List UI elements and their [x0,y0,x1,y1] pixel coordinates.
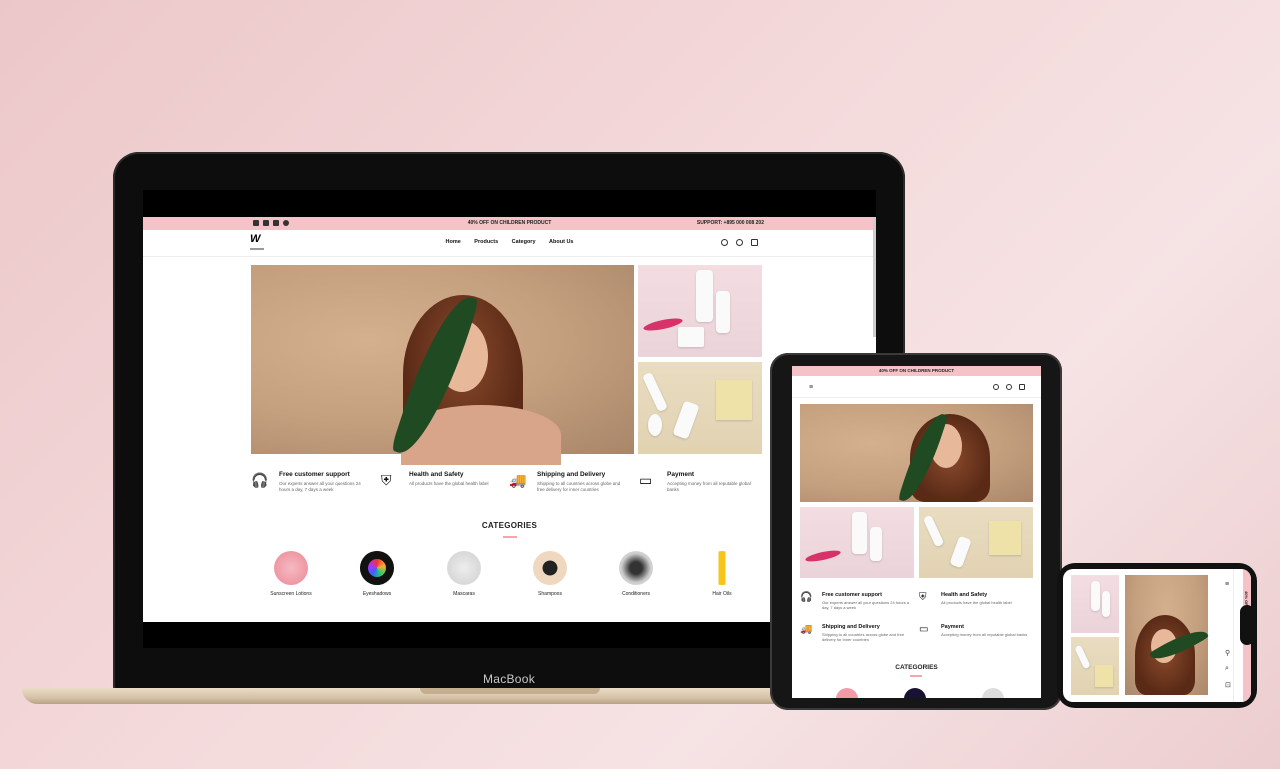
search-icon[interactable] [1006,384,1012,390]
feature-desc: Accepting money from all reputable globa… [667,481,751,492]
feature-title: Shipping and Delivery [537,471,606,478]
category-conditioners[interactable]: Conditioners [601,551,671,597]
cart-icon[interactable] [1019,384,1025,390]
feature-title: Free customer support [279,471,350,478]
tablet-website: 40% OFF ON CHILDREN PRODUCT ≡ 🎧 Free cus… [792,366,1041,698]
truck-icon: 🚚 [509,472,527,488]
cart-icon[interactable] [751,239,758,246]
nav-menu: Home Products Category About Us [143,239,876,245]
category-eyeshadows[interactable]: Eyeshadows [342,551,412,597]
cart-icon[interactable]: ⊡ [1225,681,1231,689]
promo-bar: 40% OFF ON CHILDREN PRODUCT SUPPORT: +89… [143,217,876,230]
promo-message: 40% OFF ON CHILDREN PRODUCT [467,220,552,226]
laptop-notch [420,688,600,694]
feature-title: Payment [667,471,695,478]
user-icon[interactable] [993,384,999,390]
scrollbar[interactable] [873,217,876,337]
truck-icon: 🚚 [800,624,813,635]
nav-item-about-us[interactable]: About Us [549,239,573,245]
shield-icon: ⛨ [919,592,927,603]
phone-promo-image-lotions[interactable] [1071,575,1119,633]
promo-image-lotions[interactable] [638,265,762,357]
nav-item-category[interactable]: Category [512,239,536,245]
tablet-categories-heading: CATEGORIES [895,664,938,671]
hero-banner[interactable] [251,265,634,465]
nav-icons [721,239,758,246]
features-row: 🎧 Free customer support Our experts answ… [251,471,771,501]
shield-icon: ⛨ [381,472,392,488]
main-nav: W Home Products Category About Us [143,230,876,257]
headset-icon: 🎧 [800,592,813,603]
categories-heading: CATEGORIES [481,521,538,530]
phone-hero-banner[interactable] [1125,575,1209,695]
category-mascaras[interactable]: Mascaras [429,551,499,597]
phone-promo-image-serums[interactable] [1071,637,1119,695]
phone-website: ≡ ⚲ ⌕ ⊡ 40% OFF [1063,569,1251,702]
feature-desc: All products have the global health labe… [409,481,489,486]
hamburger-menu-icon[interactable]: ≡ [1225,581,1229,588]
feature-desc: Our experts answer all your questions 24… [279,481,361,492]
hamburger-menu-icon[interactable]: ≡ [809,384,813,391]
tablet-nav: ≡ [792,376,1041,398]
headset-icon: 🎧 [251,472,269,488]
card-icon: ▭ [639,472,653,488]
user-icon[interactable] [721,239,728,246]
feature-desc: Shipping to all countries across globe a… [537,481,621,492]
tablet-promo-image-serums[interactable] [919,507,1033,578]
phone-notch [1240,605,1254,645]
tablet-promo-image-lotions[interactable] [800,507,914,578]
laptop-website: 40% OFF ON CHILDREN PRODUCT SUPPORT: +89… [143,217,876,622]
category-shampoos[interactable]: Shampoos [515,551,585,597]
nav-item-products[interactable]: Products [474,239,498,245]
nav-item-home[interactable]: Home [445,239,460,245]
feature-title: Health and Safety [409,471,464,478]
search-icon[interactable]: ⌕ [1225,665,1229,673]
category-hair-oils[interactable]: Hair Oils [687,551,757,597]
tablet-hero-banner[interactable] [800,404,1033,507]
tablet-promo-bar: 40% OFF ON CHILDREN PRODUCT [792,366,1041,376]
promo-image-serums[interactable] [638,362,762,454]
support-phone: SUPPORT: +895 000 008 202 [696,220,764,226]
heading-underline [503,536,517,538]
user-icon[interactable]: ⚲ [1225,649,1230,657]
card-icon: ▭ [919,624,929,635]
category-sunscreen[interactable]: Sunscreen Lotions [256,551,326,597]
search-icon[interactable] [736,239,743,246]
